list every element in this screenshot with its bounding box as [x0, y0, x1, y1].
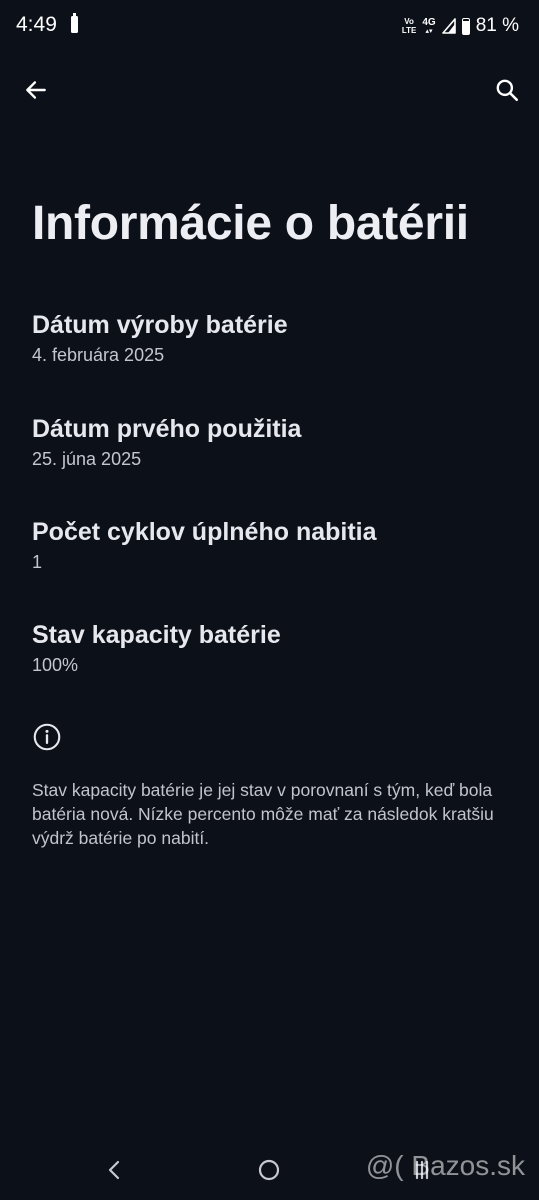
signal-icon: [441, 18, 456, 34]
info-label: Stav kapacity batérie: [32, 621, 281, 649]
status-bar: 4:49 Vo LTE 4G ▴▾ 81 %: [0, 0, 539, 52]
info-label: Počet cyklov úplného nabitia: [32, 518, 377, 546]
status-icons: Vo LTE 4G ▴▾ 81 %: [402, 12, 519, 40]
screen: 4:49 Vo LTE 4G ▴▾ 81 % Informácie o baté…: [0, 0, 539, 1200]
info-value: 100%: [32, 655, 79, 675]
volte-label-top: Vo: [404, 17, 414, 26]
nav-home-button[interactable]: [249, 1152, 289, 1188]
battery-saver-icon: [71, 13, 78, 33]
nav-back-icon: [108, 1160, 120, 1180]
data-arrows-icon: ▴▾: [425, 27, 433, 35]
nav-home-icon: [258, 1159, 280, 1181]
info-item-capacity-health: Stav kapacity batérie 100%: [32, 619, 512, 678]
info-value: 1: [32, 552, 43, 572]
info-value: 4. februára 2025: [32, 345, 165, 365]
battery-percent: 81 %: [475, 15, 519, 36]
info-label: Dátum prvého použitia: [32, 415, 302, 443]
back-button[interactable]: [14, 68, 58, 112]
capacity-note-text: Stav kapacity batérie je jej stav v poro…: [32, 780, 494, 848]
search-button[interactable]: [485, 68, 529, 112]
info-label: Dátum výroby batérie: [32, 311, 288, 339]
nav-back-button[interactable]: [94, 1152, 134, 1188]
info-item-cycle-count: Počet cyklov úplného nabitia 1: [32, 516, 512, 575]
network-type-icon: 4G ▴▾: [422, 16, 436, 35]
arrow-back-icon: [26, 81, 46, 99]
page-title: Informácie o batérii: [32, 197, 469, 250]
status-time: 4:49: [16, 13, 57, 36]
volte-icon: Vo LTE: [402, 17, 417, 35]
search-icon: [496, 79, 519, 102]
info-item-first-use-date: Dátum prvého použitia 25. júna 2025: [32, 413, 512, 472]
info-item-manufacture-date: Dátum výroby batérie 4. februára 2025: [32, 309, 512, 368]
battery-level-fill: [462, 21, 469, 34]
info-value: 25. júna 2025: [32, 449, 142, 469]
info-icon: [33, 723, 61, 751]
network-type-label: 4G: [422, 16, 436, 28]
watermark: @( Bazos.sk: [365, 1150, 525, 1181]
battery-icon: [461, 17, 470, 35]
volte-label-bottom: LTE: [401, 26, 417, 35]
